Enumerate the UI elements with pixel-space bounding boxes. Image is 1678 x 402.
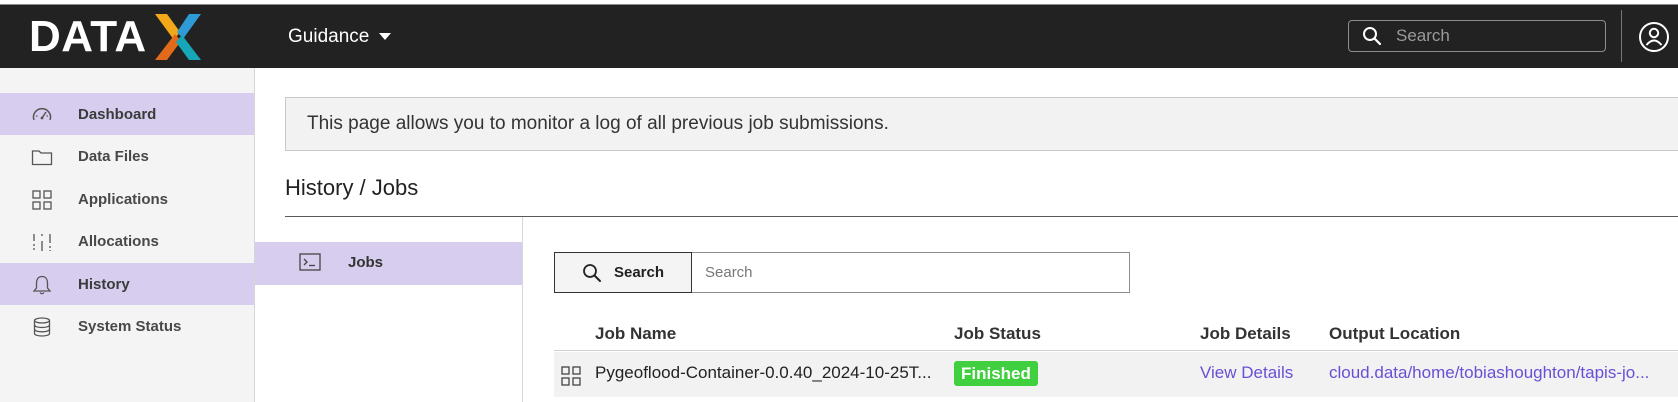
jobs-search-input[interactable] — [705, 264, 1105, 281]
app-grid-icon — [561, 366, 581, 386]
output-location-link[interactable]: cloud.data/home/tobiashoughton/tapis-jo.… — [1329, 363, 1649, 383]
view-details-link[interactable]: View Details — [1200, 363, 1293, 383]
page-title: History / Jobs — [285, 175, 419, 200]
search-icon — [1363, 27, 1382, 46]
sidebar: Dashboard Data Files Applications Alloca… — [0, 68, 255, 402]
global-search — [1348, 20, 1606, 52]
sidebar-item-label: System Status — [78, 317, 182, 335]
global-search-input[interactable] — [1396, 26, 1586, 46]
allocation-bars-icon — [33, 234, 51, 251]
info-notice: This page allows you to monitor a log of… — [285, 97, 1678, 151]
user-account-icon[interactable] — [1638, 20, 1670, 54]
sidebar-item-allocations[interactable]: Allocations — [0, 220, 254, 262]
search-button[interactable]: Search — [554, 252, 692, 293]
sidebar-item-history[interactable]: History — [0, 263, 254, 305]
column-header-job-name[interactable]: Job Name — [595, 324, 676, 344]
column-header-job-status[interactable]: Job Status — [954, 324, 1041, 344]
sidebar-item-system-status[interactable]: System Status — [0, 305, 254, 347]
dashboard-gauge-icon — [32, 107, 52, 121]
logo-x-mark-icon — [154, 14, 201, 60]
history-subnav: Jobs — [255, 217, 523, 402]
subnav-item-jobs[interactable]: Jobs — [255, 242, 522, 285]
navbar-divider — [1621, 10, 1622, 62]
sidebar-item-label: History — [78, 275, 130, 293]
grid-icon — [32, 190, 52, 210]
logo-text: DATA — [29, 12, 147, 61]
sidebar-item-applications[interactable]: Applications — [0, 178, 254, 220]
sidebar-item-data-files[interactable]: Data Files — [0, 135, 254, 177]
caret-down-icon — [379, 33, 392, 40]
table-header: Job Name Job Status Job Details Output L… — [554, 318, 1678, 351]
search-field — [692, 252, 1130, 293]
sidebar-item-label: Applications — [78, 190, 169, 208]
sidebar-item-label: Allocations — [78, 232, 159, 250]
search-icon — [583, 263, 601, 282]
guidance-menu-label: Guidance — [288, 25, 370, 47]
column-header-job-details[interactable]: Job Details — [1200, 324, 1291, 344]
search-button-label: Search — [613, 264, 665, 281]
brand-logo[interactable]: DATA — [29, 13, 203, 61]
subnav-item-label: Jobs — [348, 254, 384, 271]
bell-icon — [32, 275, 52, 295]
database-icon — [33, 317, 51, 337]
table-row: Pygeoflood-Container-0.0.40_2024-10-25T.… — [554, 352, 1678, 397]
guidance-menu[interactable]: Guidance — [288, 5, 392, 68]
jobs-table: Job Name Job Status Job Details Output L… — [554, 318, 1678, 397]
column-header-output-location[interactable]: Output Location — [1329, 324, 1460, 344]
job-name-cell: Pygeoflood-Container-0.0.40_2024-10-25T.… — [595, 363, 932, 382]
terminal-icon — [299, 253, 321, 271]
jobs-search: Search — [554, 252, 1130, 293]
notice-text: This page allows you to monitor a log of… — [307, 113, 889, 134]
sidebar-item-label: Data Files — [78, 147, 149, 165]
sidebar-item-label: Dashboard — [78, 105, 157, 123]
status-badge: Finished — [954, 361, 1038, 386]
sidebar-item-dashboard[interactable]: Dashboard — [0, 93, 254, 135]
folder-icon — [31, 150, 53, 166]
